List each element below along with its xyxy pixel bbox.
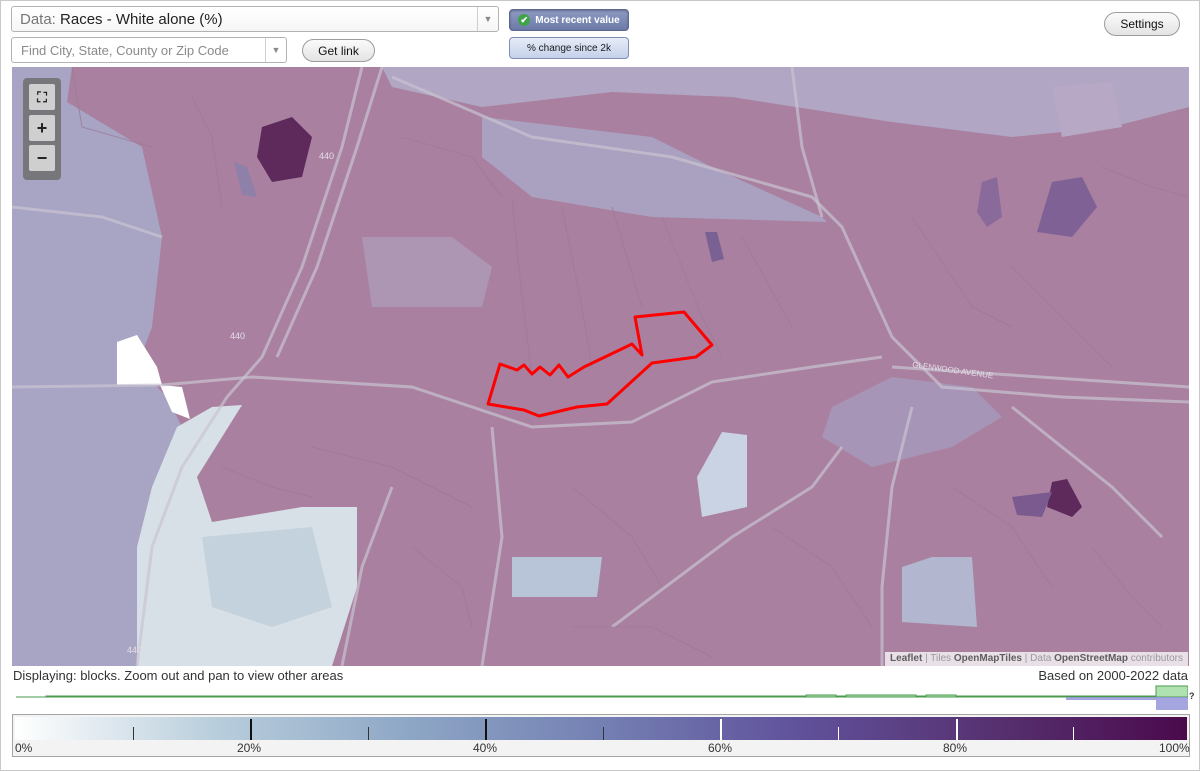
legend-label: 80%	[943, 741, 968, 755]
openmaptiles-link[interactable]: OpenMapTiles	[954, 653, 1022, 664]
displaying-status: Displaying: blocks. Zoom out and pan to …	[13, 668, 344, 683]
chevron-down-icon[interactable]: ▼	[477, 7, 498, 31]
road-label: 440	[230, 331, 245, 341]
chevron-down-icon[interactable]: ▼	[265, 38, 286, 62]
data-variable-value: Races - White alone (%)	[60, 11, 223, 28]
most-recent-value-label: Most recent value	[535, 14, 620, 26]
zoom-out-button[interactable]: −	[29, 145, 55, 171]
openstreetmap-link[interactable]: OpenStreetMap	[1054, 653, 1128, 664]
region-light	[902, 557, 977, 627]
percent-change-button[interactable]: % change since 2k	[509, 37, 629, 59]
legend-label: 60%	[708, 741, 733, 755]
legend-minor-tick	[838, 727, 839, 740]
legend-label: 100%	[1159, 741, 1190, 755]
legend-minor-tick	[368, 727, 369, 740]
location-search[interactable]: ▼	[11, 37, 287, 63]
region-light	[1052, 82, 1122, 137]
checkmark-icon: ✔	[518, 14, 531, 26]
histogram-increase	[16, 685, 1188, 698]
color-legend: 0% 20% 40% 60% 80% 100%	[12, 714, 1190, 757]
legend-major-tick	[485, 719, 487, 740]
choropleth-map[interactable]: GLENWOOD AVENUE 440 440 440	[12, 67, 1189, 666]
legend-major-tick	[720, 719, 722, 740]
legend-gradient	[15, 717, 1187, 740]
region-light	[512, 557, 602, 597]
histogram-unknown-label: ?	[1189, 691, 1195, 701]
legend-label: 40%	[473, 741, 498, 755]
legend-major-tick	[956, 719, 958, 740]
fullscreen-icon[interactable]: ⛶	[29, 84, 55, 110]
legend-major-tick	[250, 719, 252, 740]
legend-minor-tick	[133, 727, 134, 740]
legend-minor-tick	[603, 727, 604, 740]
data-years-label: Based on 2000-2022 data	[1038, 668, 1188, 683]
leaflet-link[interactable]: Leaflet	[890, 653, 922, 664]
data-prefix-label: Data:	[20, 11, 56, 28]
map-layer: GLENWOOD AVENUE 440 440 440	[12, 67, 1189, 666]
most-recent-value-button[interactable]: ✔ Most recent value	[509, 9, 629, 31]
histogram-decrease	[16, 697, 1188, 710]
road-label: 440	[319, 151, 334, 161]
get-link-button[interactable]: Get link	[302, 39, 375, 62]
legend-label: 0%	[15, 741, 33, 755]
legend-minor-tick	[1073, 727, 1074, 740]
settings-button[interactable]: Settings	[1104, 12, 1180, 36]
road-label: 440	[127, 645, 142, 655]
zoom-in-button[interactable]: +	[29, 115, 55, 141]
location-search-input[interactable]	[12, 38, 262, 62]
data-variable-select[interactable]: Data: Races - White alone (%) ▼	[11, 6, 499, 32]
legend-label: 20%	[237, 741, 262, 755]
map-attribution: Leaflet | Tiles OpenMapTiles | Data Open…	[885, 652, 1188, 666]
value-histogram	[16, 685, 1188, 710]
zoom-control: ⛶ + −	[23, 78, 61, 180]
